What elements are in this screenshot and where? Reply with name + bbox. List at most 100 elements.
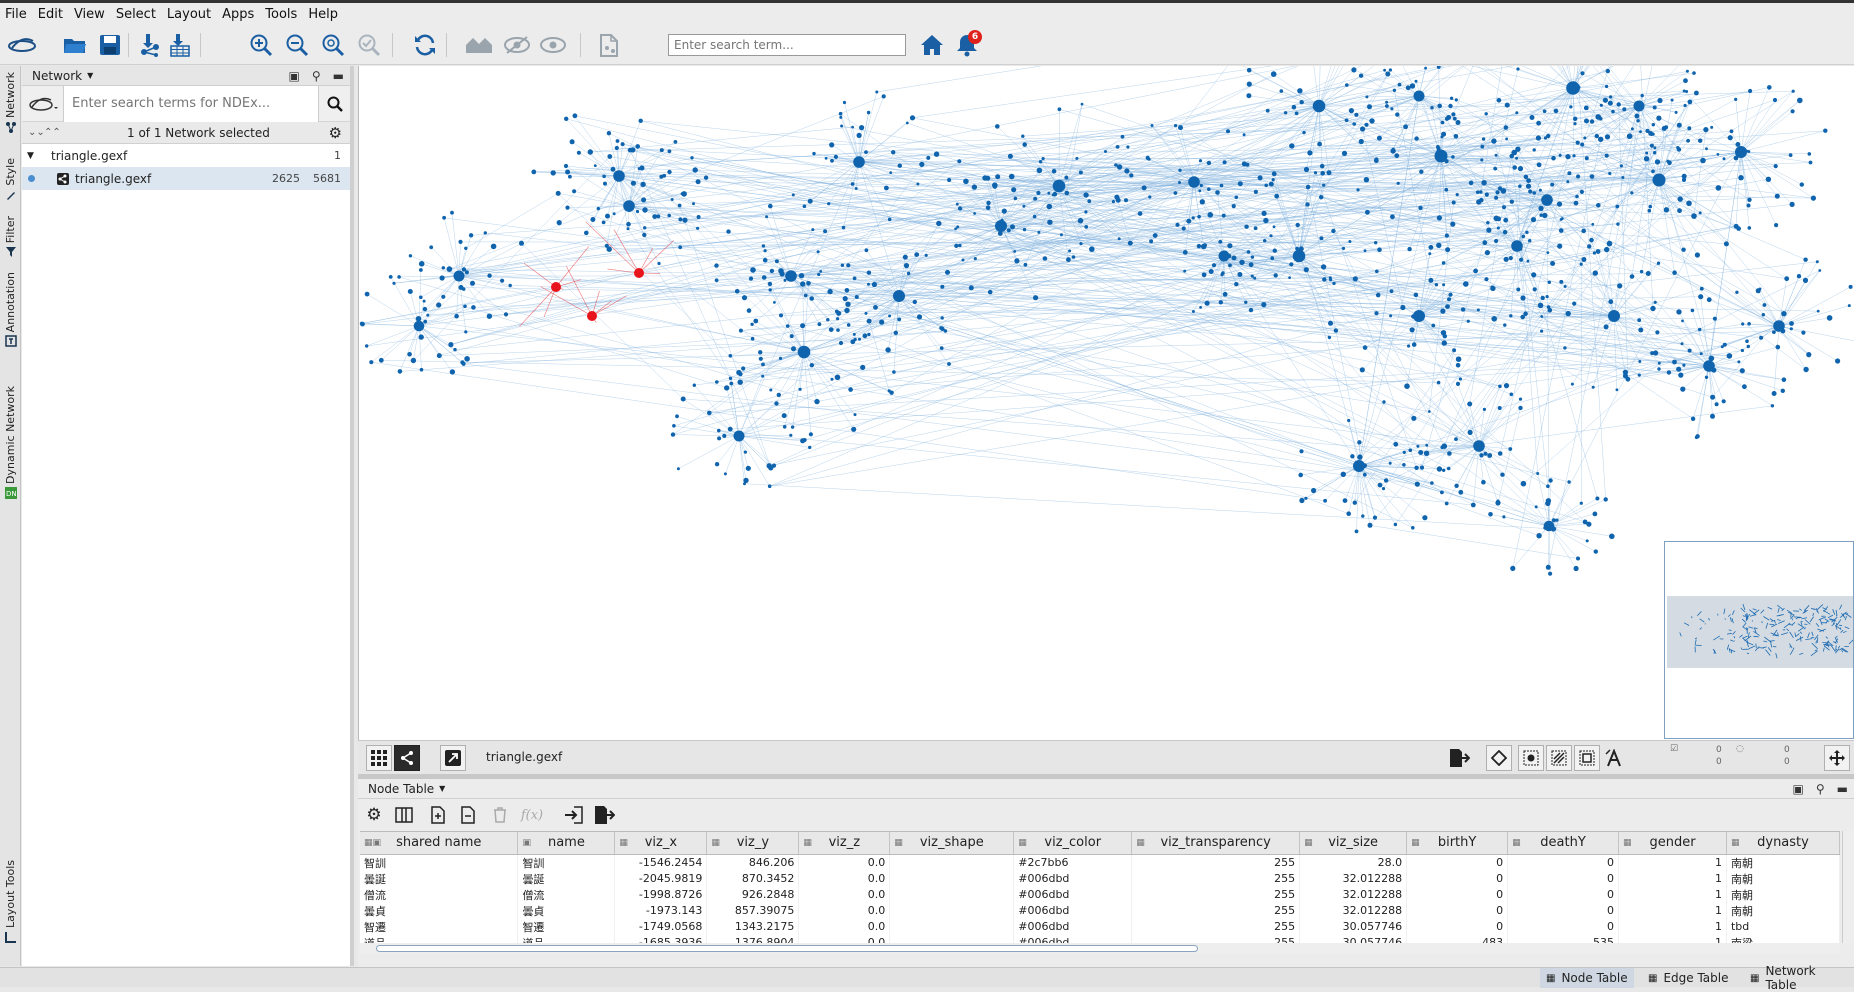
table-cell[interactable]: 1 (1619, 903, 1727, 919)
panel-dropdown-arrow-icon[interactable]: ▼ (87, 71, 93, 80)
table-cell[interactable]: 0.0 (799, 903, 890, 919)
export-view-button[interactable] (1446, 745, 1472, 771)
minimize-panel-icon[interactable]: ▬ (333, 69, 344, 83)
table-cell[interactable]: 0.0 (799, 871, 890, 887)
table-cell[interactable]: #2c7bb6 (1014, 854, 1132, 871)
table-cell[interactable]: 曇貞 (360, 903, 518, 919)
table-cell[interactable]: 0 (1407, 887, 1508, 903)
table-row[interactable]: 道品道品-1685.39361376.89040.0#006dbd25530.0… (360, 935, 1840, 944)
toolbar-search-input[interactable] (668, 34, 906, 56)
network-canvas[interactable] (358, 66, 1854, 740)
table-cell[interactable]: -1546.2454 (615, 854, 707, 871)
network-settings-gear-icon[interactable]: ⚙ (329, 124, 342, 142)
table-cell[interactable]: #006dbd (1014, 919, 1132, 935)
table-cell[interactable]: 曇貞 (518, 903, 615, 919)
table-cell[interactable]: 南朝 (1726, 903, 1839, 919)
table-cell[interactable]: 0.0 (799, 887, 890, 903)
column-header[interactable]: ▦viz_y (707, 832, 799, 854)
table-cell[interactable]: #006dbd (1014, 887, 1132, 903)
table-cell[interactable]: 0.0 (799, 919, 890, 935)
zoom-fit-icon[interactable] (318, 30, 348, 60)
table-cell[interactable]: 0 (1407, 919, 1508, 935)
table-cell[interactable]: -1973.143 (615, 903, 707, 919)
minimize-table-icon[interactable]: ▬ (1837, 782, 1848, 796)
column-header[interactable]: ▣name (518, 832, 615, 854)
save-session-icon[interactable] (95, 30, 125, 60)
table-cell[interactable] (890, 903, 1014, 919)
table-cell[interactable]: -2045.9819 (615, 871, 707, 887)
show-labels-button[interactable] (1602, 745, 1628, 771)
ndex-search-button[interactable] (318, 86, 350, 122)
table-cell[interactable]: 1 (1619, 871, 1727, 887)
table-cell[interactable]: 南朝 (1726, 854, 1839, 871)
home-icon[interactable] (917, 30, 947, 60)
table-row[interactable]: 僧流僧流-1998.8726926.28480.0#006dbd25532.01… (360, 887, 1840, 903)
import-network-icon[interactable] (135, 30, 165, 60)
column-header[interactable]: ▦viz_shape (890, 832, 1014, 854)
table-horizontal-scrollbar[interactable] (360, 943, 1840, 953)
table-cell[interactable]: 483 (1407, 935, 1508, 944)
show-selected-icon[interactable] (538, 30, 568, 60)
table-cell[interactable]: 255 (1132, 919, 1300, 935)
table-cell[interactable]: 1 (1619, 854, 1727, 871)
table-cell[interactable]: 32.012288 (1300, 887, 1407, 903)
table-cell[interactable]: 255 (1132, 871, 1300, 887)
collapse-triangle-icon[interactable]: ▼ (27, 151, 34, 161)
expand-all-icon[interactable]: ⌃⌃ (44, 127, 61, 138)
table-cell[interactable]: 1 (1619, 919, 1727, 935)
table-row[interactable]: 曇誕曇誕-2045.9819870.34520.0#006dbd25532.01… (360, 871, 1840, 887)
table-cell[interactable]: 智遷 (518, 919, 615, 935)
bird-eye-overview[interactable] (1664, 541, 1854, 739)
table-cell[interactable]: tbd (1726, 919, 1839, 935)
collection-row[interactable]: ▼ triangle.gexf 1 (22, 144, 350, 167)
table-cell[interactable]: 32.012288 (1300, 871, 1407, 887)
table-cell[interactable]: 南朝 (1726, 887, 1839, 903)
column-header[interactable]: ▦▣shared name (360, 832, 518, 854)
table-cell[interactable]: 僧流 (360, 887, 518, 903)
hide-selected-icon[interactable] (502, 30, 532, 60)
tab-filter[interactable]: Filter (0, 216, 21, 258)
column-header[interactable]: ▦viz_transparency (1132, 832, 1300, 854)
tab-edge-table[interactable]: ▦ Edge Table (1642, 968, 1735, 988)
table-cell[interactable]: 870.3452 (707, 871, 799, 887)
zoom-in-icon[interactable] (246, 30, 276, 60)
table-cell[interactable]: 1343.2175 (707, 919, 799, 935)
table-cell[interactable]: 0 (1508, 903, 1619, 919)
menu-layout[interactable]: Layout (162, 7, 217, 22)
float-table-icon[interactable]: ▣ (1793, 782, 1804, 796)
menu-help[interactable]: Help (303, 7, 344, 22)
table-cell[interactable]: 1 (1619, 887, 1727, 903)
table-cell[interactable]: 智遷 (360, 919, 518, 935)
table-cell[interactable]: #006dbd (1014, 903, 1132, 919)
tab-network-table[interactable]: ▦ Network Table (1744, 968, 1854, 988)
column-header[interactable]: ▦dynasty (1726, 832, 1839, 854)
tab-style[interactable]: Style (0, 158, 21, 201)
export-table-icon[interactable] (592, 803, 616, 827)
table-cell[interactable]: 道品 (360, 935, 518, 944)
table-options-gear-icon[interactable]: ⚙ (362, 803, 386, 827)
table-cell[interactable]: 0 (1407, 903, 1508, 919)
add-column-icon[interactable] (426, 803, 450, 827)
table-cell[interactable]: 0 (1508, 887, 1619, 903)
table-cell[interactable]: 南朝 (1726, 871, 1839, 887)
network-view-button[interactable] (394, 745, 420, 771)
table-dropdown-arrow-icon[interactable]: ▼ (439, 784, 445, 793)
table-cell[interactable]: 0.0 (799, 935, 890, 944)
detach-view-button[interactable] (440, 745, 466, 771)
table-cell[interactable]: -1685.3936 (615, 935, 707, 944)
table-cell[interactable] (890, 854, 1014, 871)
table-cell[interactable]: 1376.8904 (707, 935, 799, 944)
zoom-selected-icon[interactable] (354, 30, 384, 60)
table-cell[interactable]: 0.0 (799, 854, 890, 871)
scrollbar-thumb[interactable] (376, 945, 1198, 952)
table-cell[interactable]: #006dbd (1014, 871, 1132, 887)
table-cell[interactable]: 0 (1407, 871, 1508, 887)
pin-panel-icon[interactable]: ⚲ (312, 69, 321, 83)
column-header[interactable]: ▦viz_z (799, 832, 890, 854)
select-annotations-button[interactable] (1574, 745, 1600, 771)
table-cell[interactable]: 255 (1132, 887, 1300, 903)
collapse-all-icon[interactable]: ⌄⌄ (28, 127, 45, 138)
select-nodes-button[interactable] (1518, 745, 1544, 771)
tab-dynamic-network[interactable]: Dynamic Network DN (0, 386, 21, 499)
link-table-icon[interactable] (562, 803, 586, 827)
